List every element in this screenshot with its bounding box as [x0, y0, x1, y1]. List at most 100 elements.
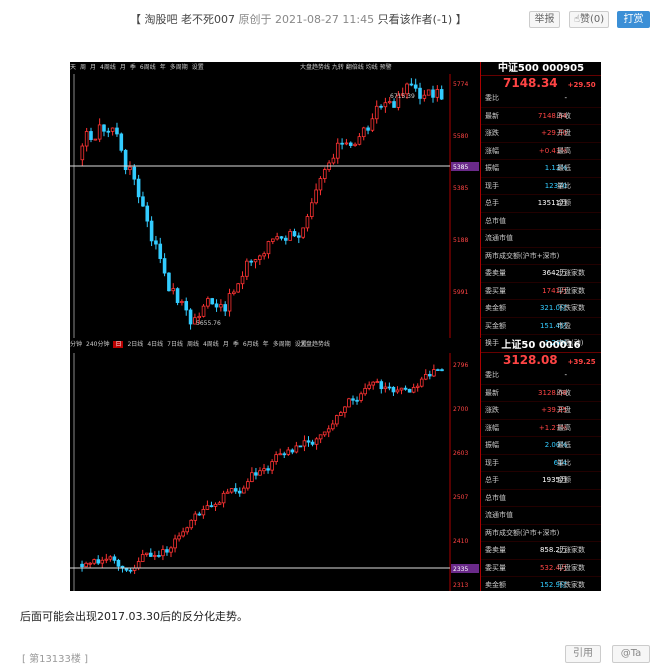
quote-row: 委买量 1741万 平盘家数	[481, 283, 601, 300]
candle-body	[97, 124, 102, 140]
mention-button[interactable]: @Ta	[612, 645, 650, 663]
candle-body	[158, 243, 163, 259]
only-author-link[interactable]: 只看该作者(-1)	[378, 13, 453, 26]
indicator-toggles[interactable]: 大盘趋势线 九转 翻倍线 均线 预警	[300, 62, 392, 71]
csi500-period-toolbar: 天周月 4周线月季 6周线年多周期 设置 大盘趋势线 九转 翻倍线 均线 预警	[70, 62, 392, 73]
candle-body	[132, 166, 137, 180]
post-date: 原创于 2021-08-27 11:45	[238, 13, 375, 26]
quote-row: 涨幅 +1.27% 最高	[481, 420, 601, 437]
candle-body	[366, 127, 370, 131]
candle-body	[379, 105, 383, 108]
candle-body	[233, 488, 238, 492]
like-button[interactable]: ☝赞(0)	[569, 11, 609, 28]
candle-body	[185, 527, 189, 533]
high-annotation: 6715.39	[390, 93, 415, 100]
candle-body	[250, 472, 254, 483]
quote-row: 委卖量 858.2万 上涨家数	[481, 542, 601, 560]
candle-body	[210, 298, 215, 305]
period-tab[interactable]: 日	[113, 341, 124, 348]
candle-body	[275, 236, 279, 240]
indicator-toggles[interactable]: 大盘趋势线	[300, 339, 330, 348]
period-tab[interactable]: 4周线	[203, 341, 219, 348]
period-tab[interactable]: 6月线	[243, 341, 259, 348]
period-tab[interactable]: 月	[90, 64, 96, 71]
candle-body	[335, 142, 340, 159]
candle-body	[184, 301, 189, 311]
period-tab[interactable]: 240分钟	[86, 341, 109, 348]
period-tab[interactable]: 多周期	[273, 341, 291, 348]
candle-body	[278, 453, 282, 456]
period-tab[interactable]: 季	[130, 64, 136, 71]
candle-body	[213, 503, 218, 507]
candle-body	[167, 272, 171, 292]
candle-body	[391, 386, 396, 393]
candle-body	[314, 189, 318, 204]
candle-body	[108, 556, 113, 560]
y-axis-label: 2603	[453, 450, 468, 457]
period-tab[interactable]: 周线	[187, 341, 199, 348]
period-tab[interactable]: 月	[120, 64, 126, 71]
period-tab[interactable]: 多周期	[170, 64, 188, 71]
quote-row: 涨幅 +0.41% 最高	[481, 143, 601, 160]
period-tab[interactable]: 周	[80, 64, 86, 71]
highlight-label: 2335	[453, 566, 468, 573]
candle-body	[407, 388, 412, 393]
period-tab[interactable]: 4日线	[147, 341, 163, 348]
period-tab[interactable]: 2日线	[127, 341, 143, 348]
period-tab[interactable]: 年	[160, 64, 166, 71]
y-axis-label: 5774	[453, 81, 468, 88]
quote-row: 现手 12370 量比	[481, 178, 601, 195]
candle-body	[236, 283, 240, 293]
quote-button[interactable]: 引用	[565, 645, 601, 663]
candle-body	[279, 236, 284, 239]
post-header: 【 淘股吧 老不死007 原创于 2021-08-27 11:45 只看该作者(…	[0, 0, 664, 38]
candle-body	[262, 468, 266, 472]
candle-body	[387, 386, 392, 389]
candle-body	[367, 384, 371, 389]
candle-body	[286, 449, 291, 455]
candle-body	[225, 491, 230, 494]
period-tab[interactable]: 季	[233, 341, 239, 348]
candle-body	[128, 569, 133, 572]
quote-row: 最新 3128.08 昨收	[481, 385, 601, 402]
candle-body	[128, 166, 132, 171]
candle-body	[379, 381, 384, 390]
period-tab[interactable]: 6周线	[140, 64, 156, 71]
candle-body	[435, 89, 440, 98]
candle-body	[165, 549, 169, 553]
candle-body	[197, 513, 202, 516]
period-tab[interactable]: 年	[263, 341, 269, 348]
candle-body	[88, 562, 92, 565]
candle-body	[141, 196, 145, 207]
csi500-quote-panel: 中证500 000905 7148.34 +29.50 委比 - 最新 7148.34 昨收涨…	[480, 62, 601, 353]
candle-body	[359, 393, 363, 401]
period-tab[interactable]: 7日线	[167, 341, 183, 348]
candle-body	[106, 130, 111, 133]
candle-body	[331, 157, 336, 164]
candle-body	[115, 127, 119, 135]
candle-body	[237, 490, 242, 494]
period-tab[interactable]: 天	[70, 64, 76, 71]
candle-body	[201, 305, 206, 317]
y-axis-label: 2796	[453, 362, 468, 369]
candle-body	[339, 412, 343, 416]
period-tab[interactable]: 分钟	[70, 341, 82, 348]
report-button[interactable]: 举报	[529, 11, 560, 28]
candle-body	[197, 315, 202, 319]
section-link[interactable]: 淘股吧	[145, 13, 178, 26]
candle-body	[173, 538, 177, 549]
period-tab[interactable]: 月	[223, 341, 229, 348]
candle-body	[403, 387, 408, 390]
quote-row: 流通市值	[481, 230, 601, 248]
candle-body	[284, 237, 288, 241]
candle-body	[335, 415, 339, 425]
tip-button[interactable]: 打赏	[617, 11, 650, 28]
y-axis-label: 2700	[453, 406, 468, 413]
period-tab[interactable]: 4周线	[100, 64, 116, 71]
candle-body	[245, 260, 249, 277]
candle-body	[100, 559, 105, 564]
period-tab[interactable]: 设置	[192, 64, 204, 71]
quote-row: 涨跌 +39.25 开盘	[481, 402, 601, 420]
candle-body	[189, 519, 194, 529]
author-link[interactable]: 老不死007	[181, 13, 235, 26]
